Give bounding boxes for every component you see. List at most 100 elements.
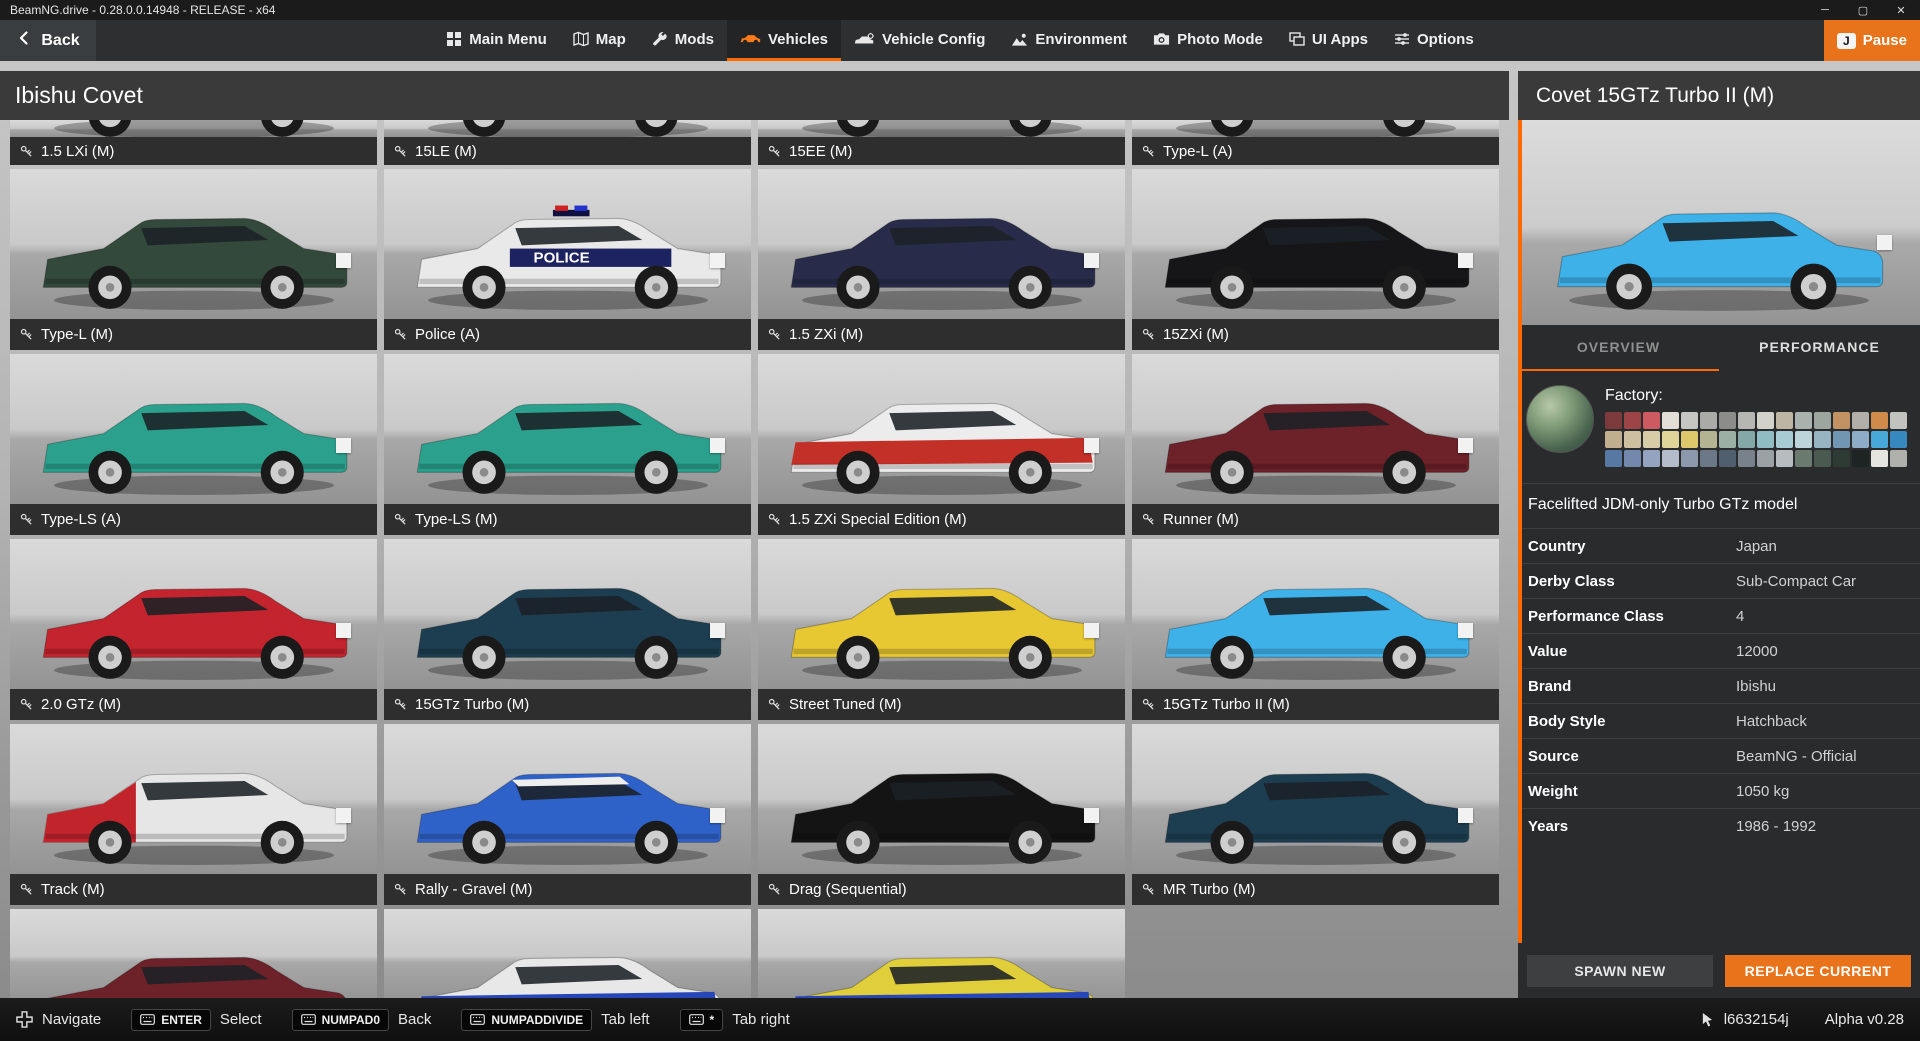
color-swatch[interactable] xyxy=(1776,450,1793,467)
color-swatch[interactable] xyxy=(1681,412,1698,429)
color-swatch[interactable] xyxy=(1643,431,1660,448)
color-swatch[interactable] xyxy=(1795,450,1812,467)
vehicle-config-tile[interactable]: Type-L (A) xyxy=(1132,120,1499,165)
vehicle-config-tile[interactable]: Type-LS (A) xyxy=(10,354,377,535)
tab-photo-mode[interactable]: Photo Mode xyxy=(1140,20,1276,61)
tab-environment[interactable]: Environment xyxy=(998,20,1140,61)
detail-tab-overview[interactable]: OVERVIEW xyxy=(1518,325,1719,371)
detail-tab-performance[interactable]: PERFORMANCE xyxy=(1719,325,1920,371)
color-swatch[interactable] xyxy=(1833,431,1850,448)
color-swatch[interactable] xyxy=(1871,450,1888,467)
vehicle-config-tile[interactable]: Runner (M) xyxy=(1132,354,1499,535)
config-icon xyxy=(1142,513,1155,526)
back-button[interactable]: Back xyxy=(0,20,96,61)
tab-ui-apps[interactable]: UI Apps xyxy=(1276,20,1381,61)
vehicle-config-tile[interactable]: Rally - Gravel (M) xyxy=(384,724,751,905)
color-swatch[interactable] xyxy=(1871,431,1888,448)
spec-row-body-style: Body StyleHatchback xyxy=(1518,703,1920,738)
pause-button[interactable]: J Pause xyxy=(1824,20,1920,61)
color-swatch[interactable] xyxy=(1757,450,1774,467)
vehicle-config-tile[interactable]: Street Tuned (M) xyxy=(758,539,1125,720)
minimize-button[interactable]: ─ xyxy=(1806,0,1844,20)
color-swatch[interactable] xyxy=(1776,431,1793,448)
color-swatch[interactable] xyxy=(1719,412,1736,429)
vehicle-config-tile[interactable]: Type-L (M) xyxy=(10,169,377,350)
color-swatch[interactable] xyxy=(1643,412,1660,429)
vehicle-config-tile[interactable] xyxy=(384,909,751,1003)
vehicle-config-tile[interactable]: Type-LS (M) xyxy=(384,354,751,535)
color-swatch[interactable] xyxy=(1624,450,1641,467)
color-swatch[interactable] xyxy=(1662,450,1679,467)
color-swatch[interactable] xyxy=(1700,431,1717,448)
color-swatch[interactable] xyxy=(1757,431,1774,448)
color-swatch[interactable] xyxy=(1624,412,1641,429)
color-swatch[interactable] xyxy=(1700,412,1717,429)
key-name: ENTER xyxy=(161,1013,202,1027)
vehicle-config-tile[interactable] xyxy=(10,909,377,1003)
color-swatch[interactable] xyxy=(1795,412,1812,429)
color-swatch[interactable] xyxy=(1890,450,1907,467)
tab-vehicle-config[interactable]: Vehicle Config xyxy=(841,20,998,61)
color-swatch[interactable] xyxy=(1833,450,1850,467)
color-swatch[interactable] xyxy=(1852,431,1869,448)
input-hint-navigate: Navigate xyxy=(16,1011,101,1028)
color-swatch[interactable] xyxy=(1795,431,1812,448)
color-swatch[interactable] xyxy=(1662,431,1679,448)
vehicle-config-tile[interactable]: 1.5 ZXi (M) xyxy=(758,169,1125,350)
vehicle-config-tile[interactable]: Track (M) xyxy=(10,724,377,905)
vehicle-config-label-bar: Police (A) xyxy=(384,319,751,350)
color-swatch[interactable] xyxy=(1605,450,1622,467)
vehicle-config-tile[interactable]: 15ZXi (M) xyxy=(1132,169,1499,350)
vehicle-config-tile[interactable]: POLICEPolice (A) xyxy=(384,169,751,350)
color-swatch[interactable] xyxy=(1738,450,1755,467)
vehicle-config-tile[interactable]: 1.5 ZXi Special Edition (M) xyxy=(758,354,1125,535)
vehicle-config-tile[interactable]: 1.5 LXi (M) xyxy=(10,120,377,165)
config-icon xyxy=(1142,883,1155,896)
vehicle-config-tile[interactable]: MR Turbo (M) xyxy=(1132,724,1499,905)
close-button[interactable]: ✕ xyxy=(1882,0,1920,20)
color-swatch[interactable] xyxy=(1681,431,1698,448)
config-icon xyxy=(20,145,33,158)
vehicle-config-name: 1.5 ZXi Special Edition (M) xyxy=(789,511,967,528)
color-swatch[interactable] xyxy=(1624,431,1641,448)
vehicle-config-tile[interactable]: 2.0 GTz (M) xyxy=(10,539,377,720)
color-swatch[interactable] xyxy=(1890,412,1907,429)
color-swatch[interactable] xyxy=(1814,450,1831,467)
tab-options[interactable]: Options xyxy=(1381,20,1487,61)
car-image xyxy=(780,184,1103,315)
vehicle-config-tile[interactable]: 15LE (M) xyxy=(384,120,751,165)
color-swatch[interactable] xyxy=(1738,412,1755,429)
color-swatch[interactable] xyxy=(1833,412,1850,429)
color-swatch[interactable] xyxy=(1852,450,1869,467)
color-swatch[interactable] xyxy=(1776,412,1793,429)
vehicle-config-tile[interactable]: Drag (Sequential) xyxy=(758,724,1125,905)
color-swatch[interactable] xyxy=(1681,450,1698,467)
vehicle-config-image xyxy=(1132,724,1499,874)
color-swatch[interactable] xyxy=(1738,431,1755,448)
vehicle-config-tile[interactable]: 15EE (M) xyxy=(758,120,1125,165)
maximize-button[interactable]: ▢ xyxy=(1844,0,1882,20)
color-swatch[interactable] xyxy=(1814,412,1831,429)
vehicle-config-tile[interactable]: 15GTz Turbo II (M) xyxy=(1132,539,1499,720)
tab-vehicles[interactable]: Vehicles xyxy=(727,20,841,61)
color-swatch[interactable] xyxy=(1757,412,1774,429)
spawn-new-button[interactable]: SPAWN NEW xyxy=(1527,955,1713,987)
color-swatch[interactable] xyxy=(1852,412,1869,429)
color-swatch[interactable] xyxy=(1662,412,1679,429)
tab-main-menu[interactable]: Main Menu xyxy=(433,20,560,61)
tab-mods[interactable]: Mods xyxy=(639,20,727,61)
color-swatch[interactable] xyxy=(1871,412,1888,429)
color-swatch[interactable] xyxy=(1605,412,1622,429)
color-swatch[interactable] xyxy=(1605,431,1622,448)
replace-current-button[interactable]: REPLACE CURRENT xyxy=(1725,955,1911,987)
car-image xyxy=(32,369,355,500)
color-swatch[interactable] xyxy=(1719,450,1736,467)
color-swatch[interactable] xyxy=(1643,450,1660,467)
tab-map[interactable]: Map xyxy=(560,20,639,61)
vehicle-config-tile[interactable] xyxy=(758,909,1125,1003)
color-swatch[interactable] xyxy=(1814,431,1831,448)
color-swatch[interactable] xyxy=(1890,431,1907,448)
color-swatch[interactable] xyxy=(1700,450,1717,467)
color-swatch[interactable] xyxy=(1719,431,1736,448)
vehicle-config-tile[interactable]: 15GTz Turbo (M) xyxy=(384,539,751,720)
